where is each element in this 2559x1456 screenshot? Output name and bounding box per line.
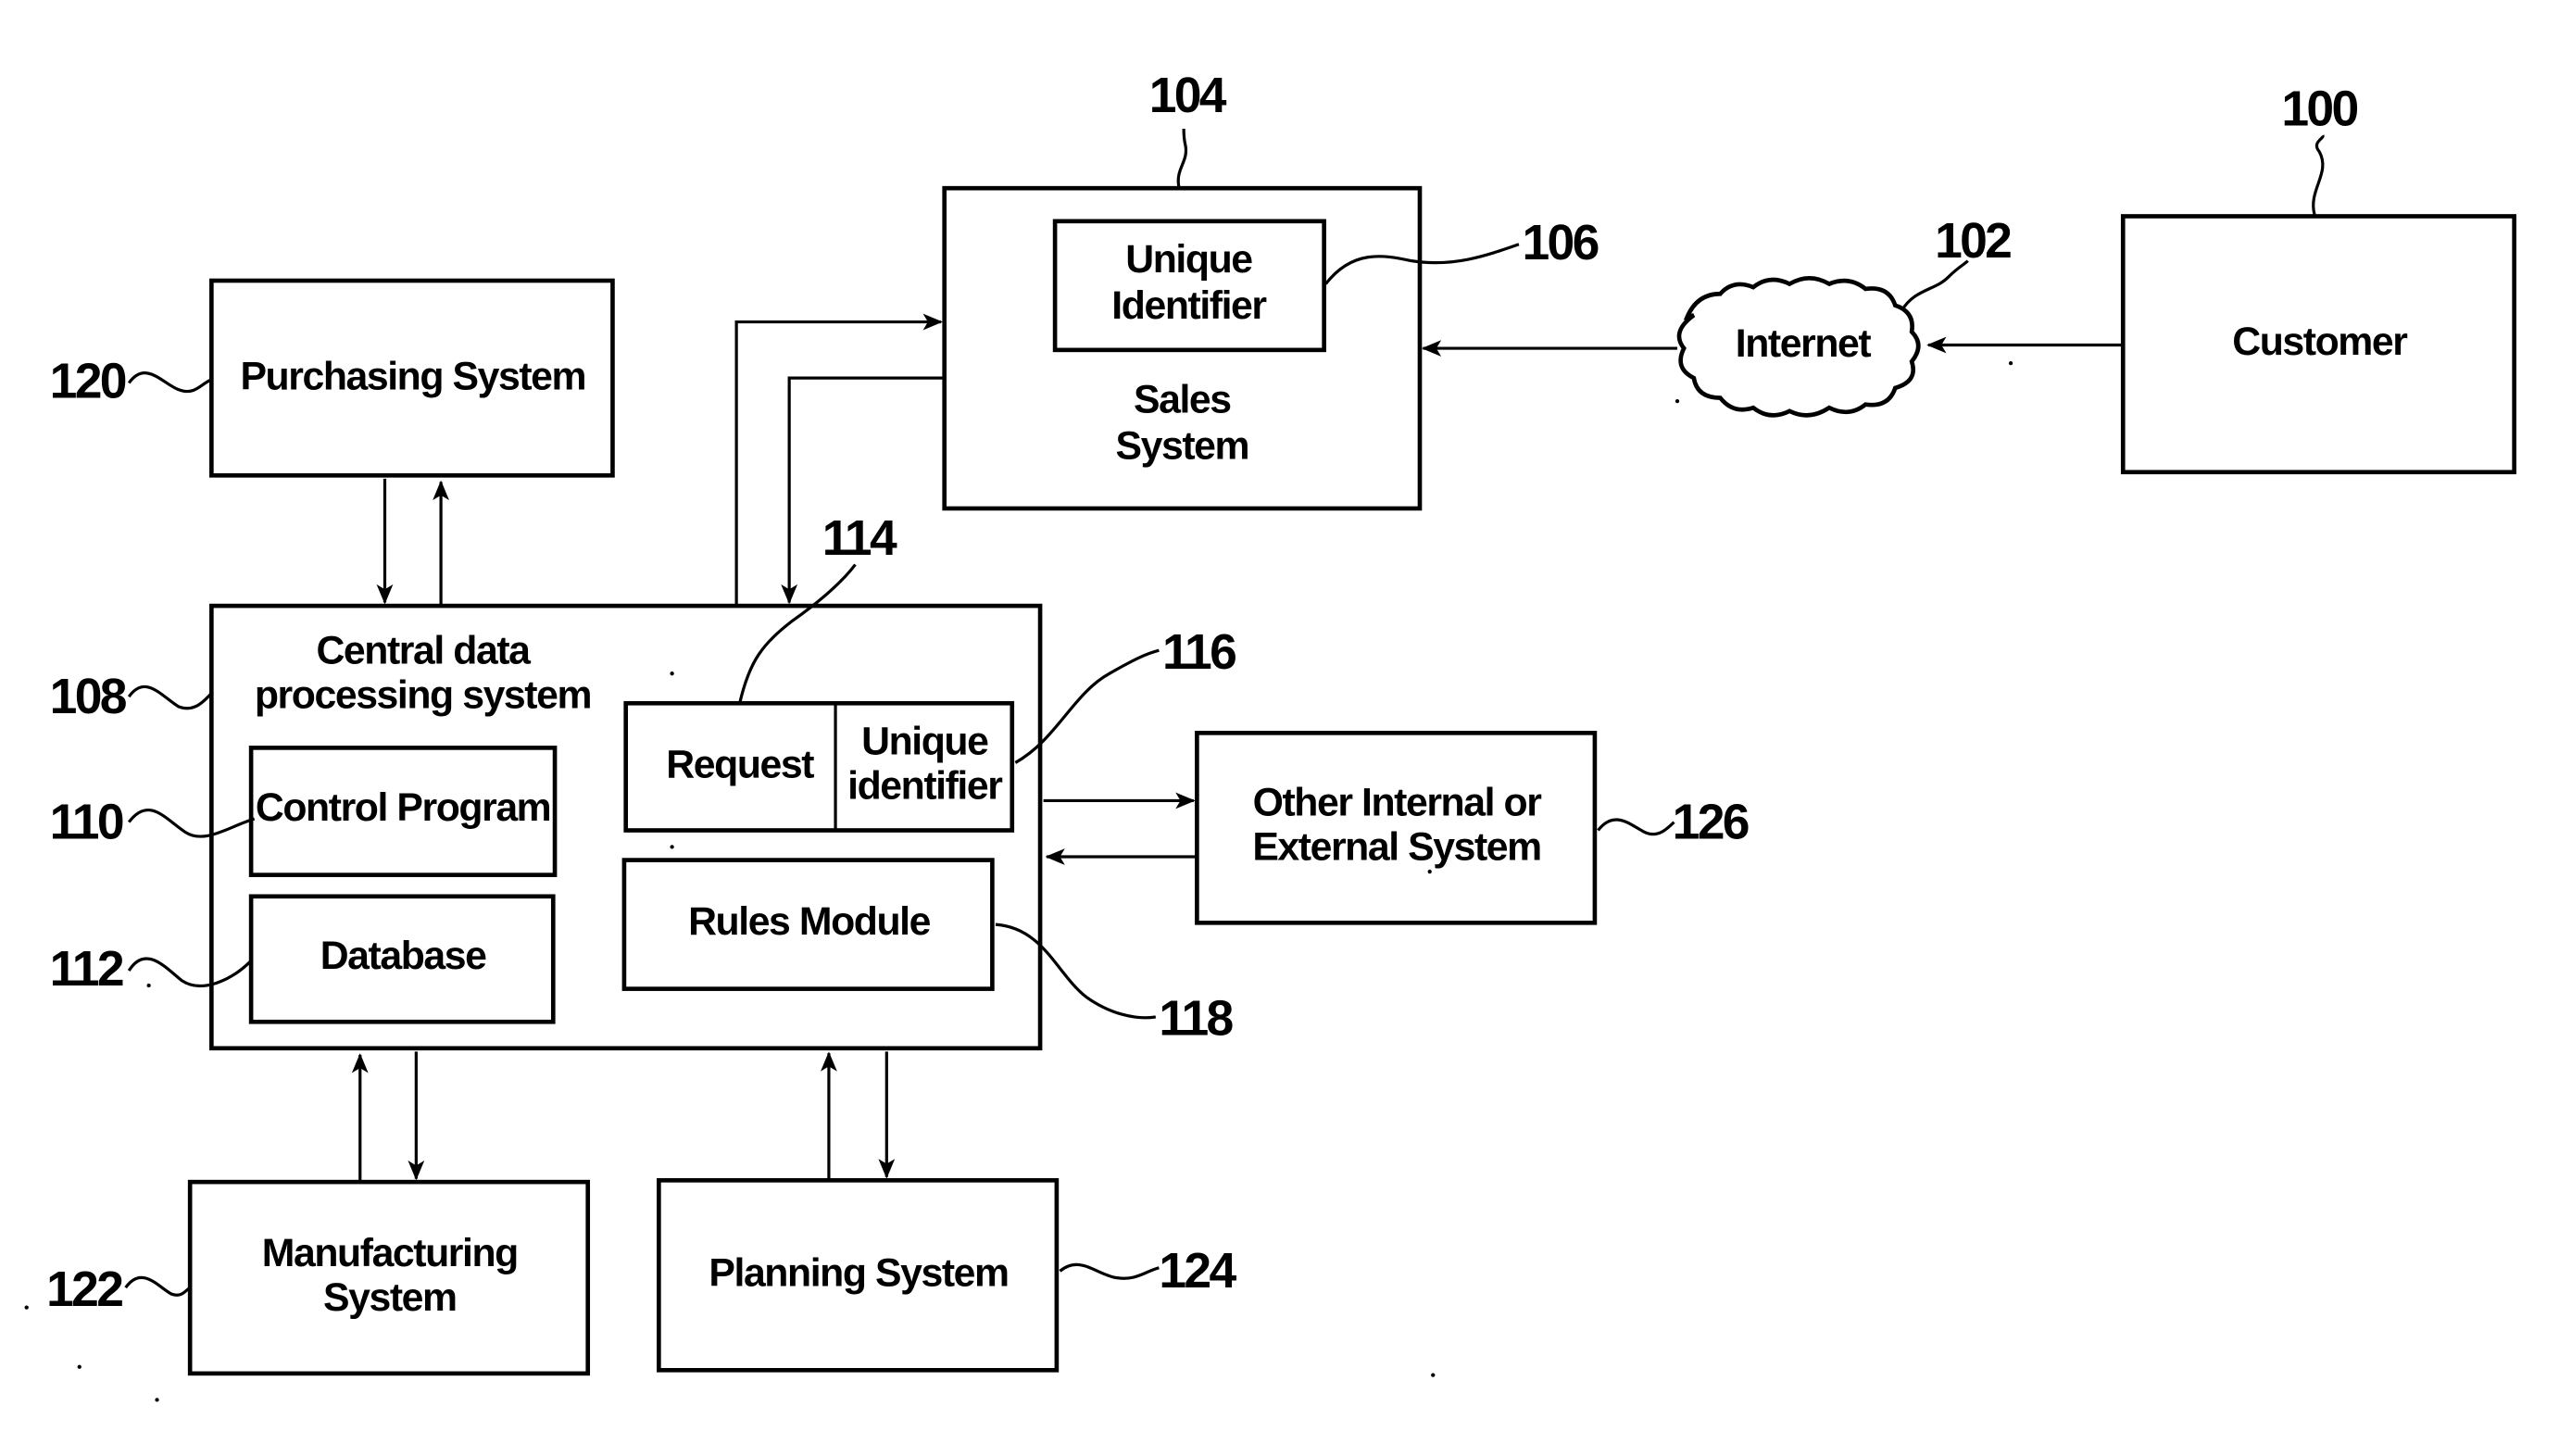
ref-116: 116	[1162, 625, 1236, 680]
central-system-label-line1: Central data	[316, 628, 532, 672]
system-block-diagram: Customer 100 Internet 102 Sales System 1…	[24, 69, 2516, 1402]
leader-104	[1176, 129, 1188, 187]
control-program-block: Control Program	[248, 746, 558, 877]
request-unique-identifier-label-line1: Unique	[861, 720, 988, 764]
other-system-label-line2: External System	[1252, 825, 1540, 870]
central-system-label-line2: processing system	[255, 673, 591, 718]
request-unique-identifier-label-line2: identifier	[847, 764, 1002, 809]
ref-106: 106	[1523, 216, 1599, 270]
manufacturing-system-label-line1: Manufacturing	[262, 1231, 518, 1275]
planning-system-block: Planning System	[657, 1178, 1060, 1373]
customer-label: Customer	[2232, 320, 2407, 364]
request-label: Request	[666, 742, 814, 786]
request-block: Request Unique identifier	[623, 700, 1015, 833]
leader-122	[124, 1275, 192, 1297]
internet-cloud: Internet	[1676, 276, 1921, 418]
ref-124: 124	[1159, 1244, 1236, 1299]
customer-block: Customer	[2120, 214, 2516, 475]
ref-126: 126	[1673, 795, 1749, 849]
sales-unique-identifier-label-line2: Identifier	[1111, 283, 1266, 328]
sales-system-label-line2: System	[1116, 423, 1249, 468]
ref-114: 114	[822, 511, 897, 566]
ref-100: 100	[2281, 82, 2357, 136]
leader-124	[1059, 1262, 1160, 1280]
planning-system-label: Planning System	[709, 1250, 1008, 1295]
leader-126	[1597, 818, 1675, 836]
manufacturing-system-label-line2: System	[323, 1275, 457, 1320]
ref-120: 120	[50, 355, 126, 409]
ref-102: 102	[1935, 214, 2011, 269]
leader-100	[2312, 134, 2325, 216]
database-block: Database	[248, 894, 556, 1024]
ref-122: 122	[46, 1262, 122, 1317]
ref-118: 118	[1159, 992, 1233, 1047]
leader-120	[127, 371, 212, 394]
ref-104: 104	[1149, 69, 1227, 123]
ref-112: 112	[50, 942, 123, 997]
database-label: Database	[320, 934, 486, 978]
rules-module-block: Rules Module	[621, 858, 995, 991]
other-system-block: Other Internal or External System	[1195, 731, 1598, 925]
ref-108: 108	[50, 670, 127, 724]
control-program-label: Control Program	[256, 785, 550, 830]
purchasing-system-block: Purchasing System	[209, 278, 615, 478]
rules-module-label: Rules Module	[688, 899, 931, 944]
purchasing-system-label: Purchasing System	[240, 355, 585, 399]
internet-label: Internet	[1736, 321, 1872, 366]
manufacturing-system-block: Manufacturing System	[187, 1179, 591, 1376]
other-system-label-line1: Other Internal or	[1253, 780, 1542, 824]
ref-110: 110	[50, 795, 123, 849]
sales-unique-identifier-label-line1: Unique	[1125, 237, 1252, 282]
sales-unique-identifier-block: Unique Identifier	[1052, 219, 1326, 353]
leader-108	[127, 684, 213, 710]
arrow-sales-to-central	[781, 376, 945, 605]
sales-system-label-line1: Sales	[1134, 378, 1231, 422]
